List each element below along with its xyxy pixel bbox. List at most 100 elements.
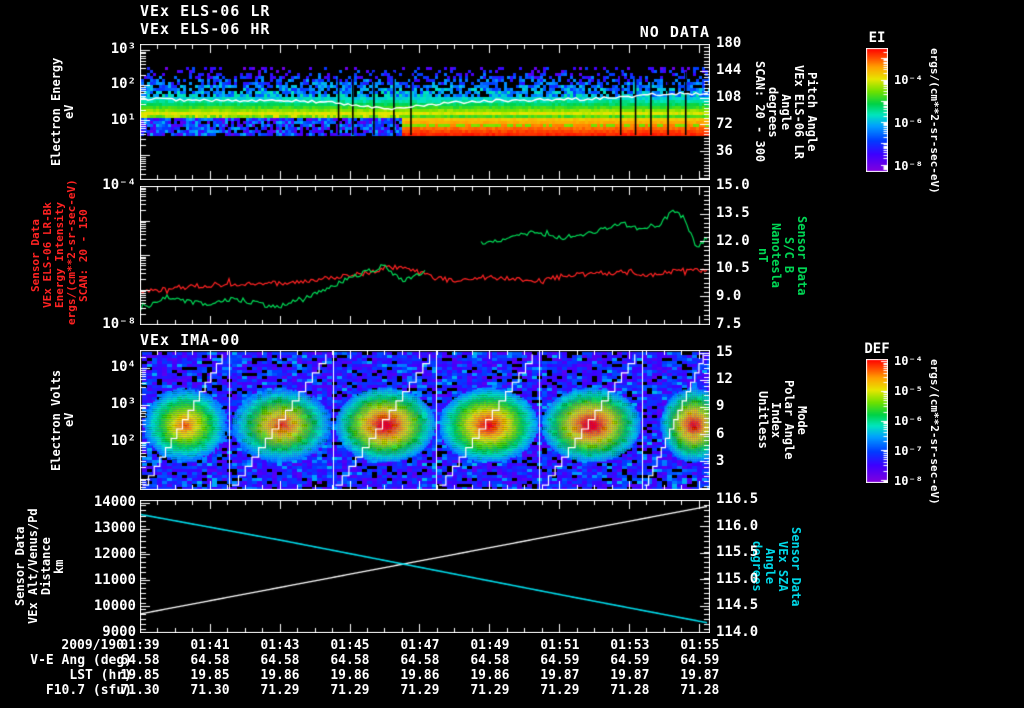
panel1-right-tick-label: 36 <box>716 142 733 159</box>
panel1-left-label-line: eV <box>62 104 76 120</box>
panel2-right-tick-label: 7.5 <box>716 316 742 332</box>
els-spectrogram-canvas <box>140 44 710 180</box>
table-cell-value: 19.85 <box>120 668 160 683</box>
panel2-left-label-line: SCAN: 20 - 150 <box>77 209 90 302</box>
panel1-right-tick-label: 108 <box>716 88 742 105</box>
table-cell-value: 71.30 <box>190 683 230 698</box>
table-cell-value: 71.30 <box>120 683 160 698</box>
panel1-right-label-line: VEx ELS-06 LR <box>792 65 806 159</box>
panel3-left-tick-label: 10² <box>110 433 136 450</box>
colorbar1-ei <box>866 48 888 172</box>
table-cell-value: 64.59 <box>680 653 720 668</box>
table-cell-value: 71.29 <box>260 683 300 698</box>
panel4-right-label-line: Sensor Data <box>789 526 803 607</box>
panel2-right-tick-label: 13.5 <box>716 204 750 221</box>
panel2-right-label-line: Sensor Data <box>795 215 809 296</box>
panel4-left-tick-label: 13000 <box>93 519 136 536</box>
panel2-right-tick-label: 10.5 <box>716 260 750 277</box>
table-cell-value: 19.87 <box>610 668 650 683</box>
table-cell-value: 71.28 <box>680 683 720 698</box>
panel3-right-tick-label: 3 <box>716 453 725 469</box>
panel1-right-label-line: degrees <box>766 86 780 138</box>
time-tick-label: 01:41 <box>190 638 230 653</box>
ima-spectrogram-canvas <box>140 350 710 490</box>
colorbar2-tick-label: 10⁻⁵ <box>894 384 923 399</box>
table-cell-value: 64.58 <box>400 653 440 668</box>
panel3-right-axis-label: Mode Polar Angle Index Unitless <box>756 350 809 490</box>
intensity-bfield-canvas <box>140 186 710 325</box>
table-cell-value: 19.86 <box>330 668 370 683</box>
colorbar1-tick-label: 10⁻⁴ <box>894 72 923 87</box>
time-tick-label: 01:47 <box>400 638 440 653</box>
colorbar2-def <box>866 359 888 483</box>
colorbar1-tick-label: 10⁻⁸ <box>894 159 923 174</box>
panel2-right-tick-label: 15.0 <box>716 177 750 193</box>
plot-title-line2: VEx ELS-06 HR <box>140 20 271 38</box>
panel2-left-tick-label: 10⁻⁸ <box>102 316 136 332</box>
panel4-left-tick-label: 11000 <box>93 571 136 588</box>
colorbar1-unit: ergs/(cm**2-sr-sec-eV) <box>928 48 941 194</box>
panel4-right-tick-label: 114.5 <box>716 597 759 614</box>
panel2-right-tick-label: 9.0 <box>716 288 742 305</box>
colorbar1-unit-text: ergs/(cm**2-sr-sec-eV) <box>928 48 941 194</box>
ephemeris-canvas <box>140 500 710 633</box>
table-cell-value: 19.85 <box>190 668 230 683</box>
panel1-right-tick-label: 72 <box>716 116 733 133</box>
time-tick-label: 01:43 <box>260 638 300 653</box>
table-cell-value: 71.29 <box>470 683 510 698</box>
table-cell-value: 71.29 <box>400 683 440 698</box>
table-cell-value: 64.59 <box>540 653 580 668</box>
time-tick-label: 01:55 <box>680 638 720 653</box>
panel3-left-label-line: eV <box>62 412 76 428</box>
panel1-right-label-line: SCAN: 20 - 300 <box>753 61 767 163</box>
panel4-left-tick-label: 10000 <box>93 597 136 614</box>
panel3-right-label-line: Mode <box>795 405 809 435</box>
panel1-left-tick-label: 10² <box>110 76 136 93</box>
panel1-right-axis-label: Pitch Angle VEx ELS-06 LR Angle degrees SCAN… <box>753 40 819 184</box>
table-cell-value: 19.87 <box>680 668 720 683</box>
plot-title-line1: VEx ELS-06 LR <box>140 2 271 20</box>
colorbar2-tick-label: 10⁻⁸ <box>894 473 923 488</box>
table-cell-value: 19.86 <box>400 668 440 683</box>
panel1-left-tick-label: 10³ <box>110 41 136 58</box>
table-cell-value: 71.29 <box>330 683 370 698</box>
table-cell-value: 64.58 <box>120 653 160 668</box>
panel4-left-tick-label: 12000 <box>93 545 136 562</box>
panel4-left-axis-label: Sensor Data VEx Alt/Venus/Pd Distance km <box>13 500 66 633</box>
table-cell-value: 71.29 <box>540 683 580 698</box>
panel1-right-tick-label: 144 <box>716 62 742 79</box>
panel3-right-tick-label: 9 <box>716 398 725 415</box>
panel4-left-label-line: km <box>52 559 66 574</box>
colorbar2-tick-label: 10⁻⁶ <box>894 414 923 428</box>
panel3-left-axis-label: Electron Volts eV <box>49 350 76 490</box>
date-label: 2009/190 <box>61 638 124 653</box>
table-cell-value: 64.58 <box>470 653 510 668</box>
panel1-right-tick-label: 180 <box>716 35 742 51</box>
time-tick-label: 01:49 <box>470 638 510 653</box>
colorbar1-tick-label: 10⁻⁶ <box>894 115 923 130</box>
panel4-right-tick-label: 114.0 <box>716 624 759 640</box>
panel4-left-tick-label: 9000 <box>102 624 136 640</box>
no-data-label: NO DATA <box>639 23 710 41</box>
ima-panel-title: VEx IMA-00 <box>140 331 241 349</box>
panel1-left-tick-label: 10¹ <box>110 111 136 128</box>
panel4-right-tick-label: 115.0 <box>716 570 759 587</box>
panel3-right-label-line: Unitless <box>756 391 770 449</box>
panel4-left-tick-label: 14000 <box>93 493 136 510</box>
panel4-right-tick-label: 115.5 <box>716 544 759 561</box>
panel1-right-label-line: Pitch Angle <box>805 72 819 152</box>
panel3-left-tick-label: 10⁴ <box>110 359 136 376</box>
panel1-right-label-line: Angle <box>779 93 793 131</box>
panel3-right-tick-label: 6 <box>716 425 725 442</box>
table-cell-value: 71.28 <box>610 683 650 698</box>
panel1-left-axis-label: Electron Energy eV <box>49 44 76 180</box>
panel3-right-label-line: Polar Angle <box>782 380 796 460</box>
panel4-right-tick-label: 116.0 <box>716 517 759 534</box>
table-cell-value: 64.58 <box>260 653 300 668</box>
panel3-right-tick-label: 12 <box>716 371 733 388</box>
table-cell-value: 19.87 <box>540 668 580 683</box>
panel3-right-tick-label: 15 <box>716 343 733 360</box>
panel4-right-label-line: VEx SZA <box>776 541 790 592</box>
table-cell-value: 19.86 <box>260 668 300 683</box>
colorbar2-tick-label: 10⁻⁷ <box>894 443 923 458</box>
